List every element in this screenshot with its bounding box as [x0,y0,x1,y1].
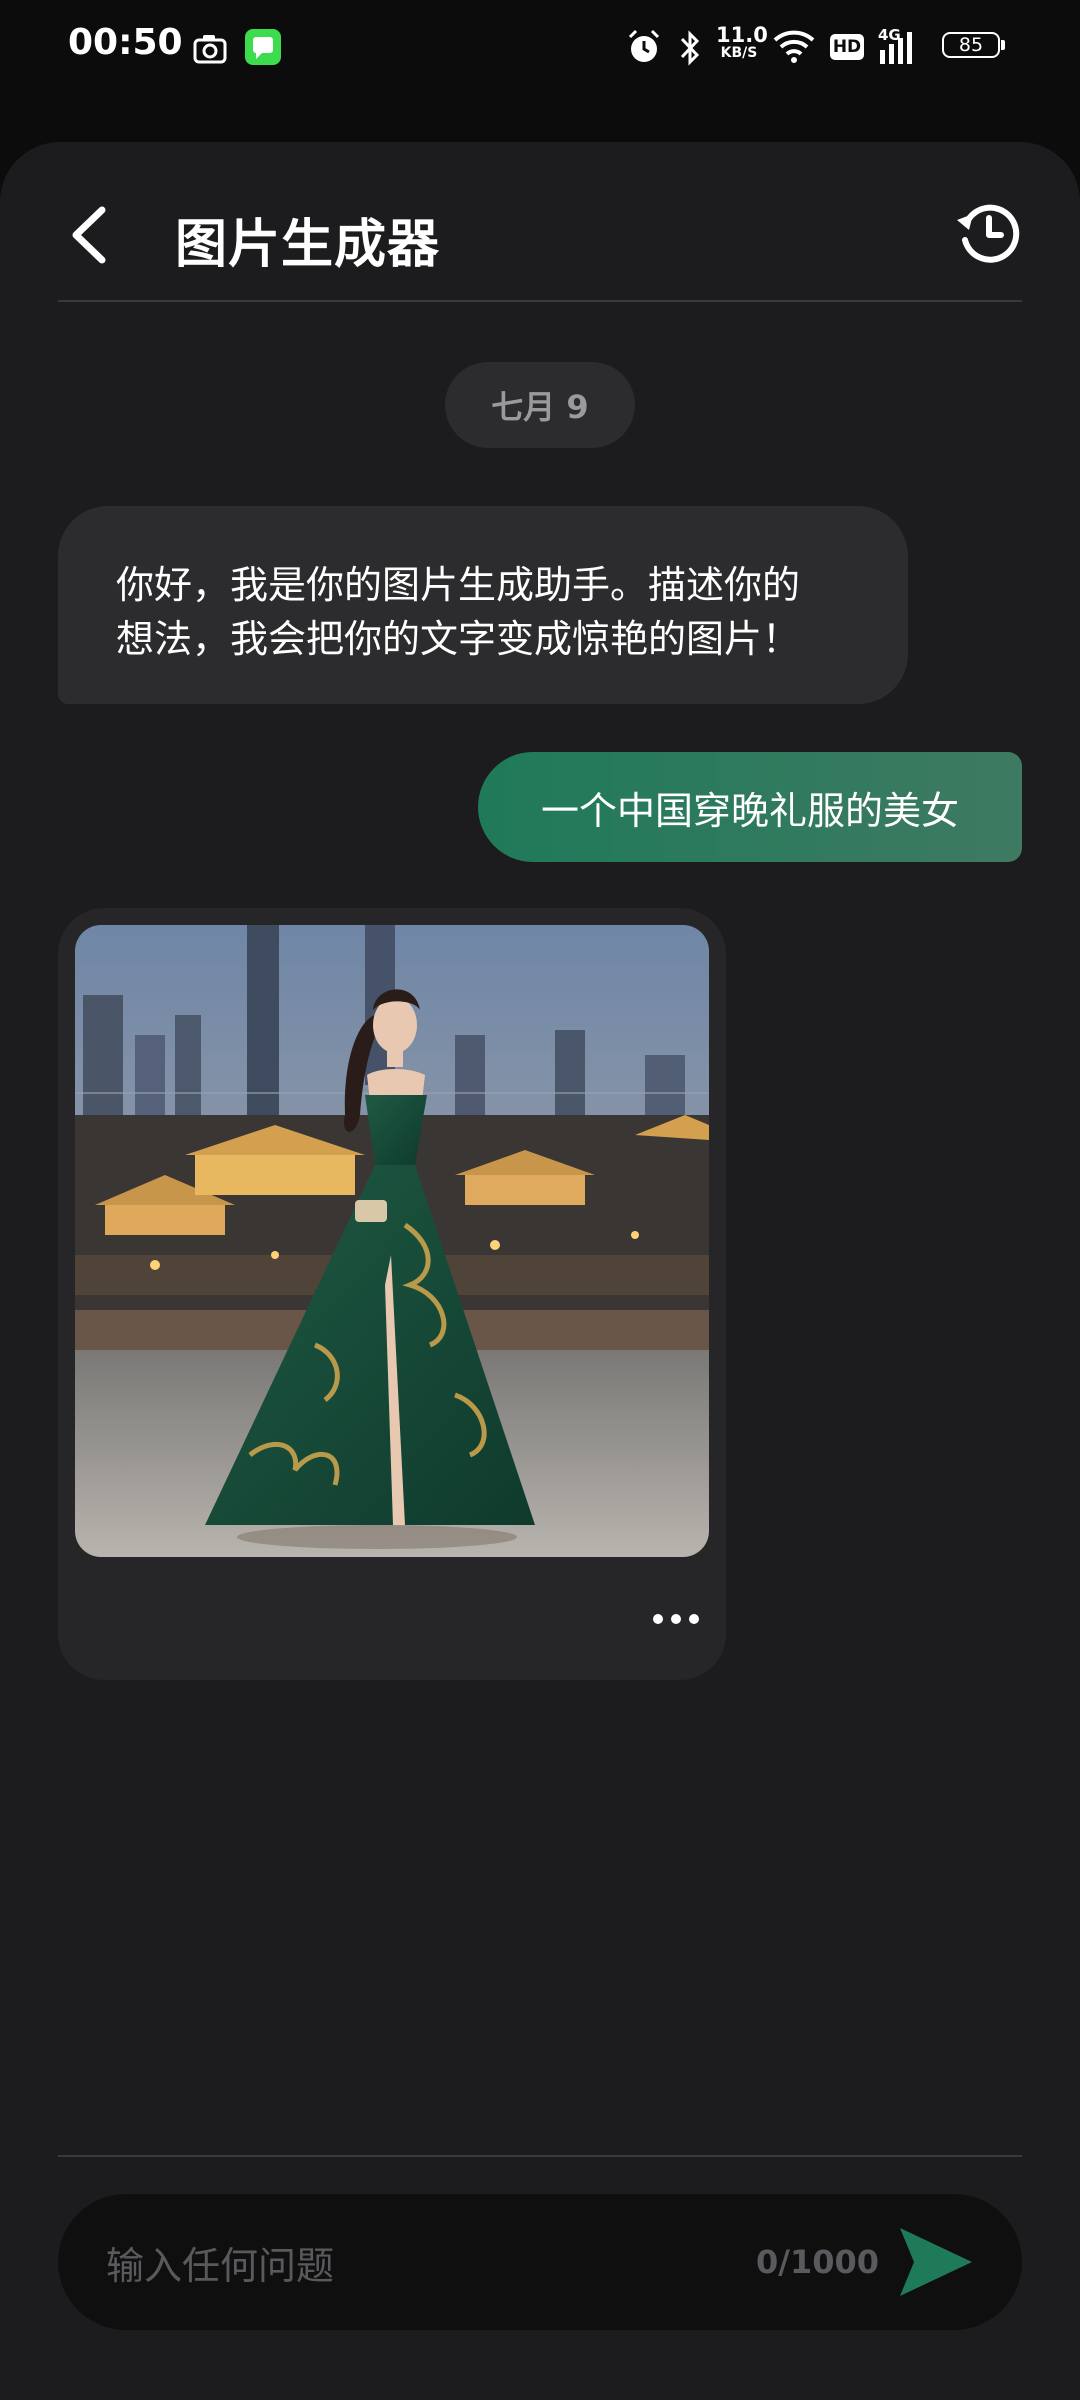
prompt-input-placeholder[interactable]: 输入任何问题 [106,2194,334,2330]
status-bar: 00:50 11.0 KB/S HD 4G 85 [0,0,1080,100]
back-button[interactable] [60,200,120,270]
alarm-icon [628,29,660,62]
send-button[interactable] [896,2224,976,2300]
generated-image[interactable] [75,925,709,1557]
char-counter: 0/1000 [756,2243,880,2281]
send-icon [900,2228,972,2296]
bot-message-line: 你好，我是你的图片生成助手。描述你的 [116,563,801,607]
page-title: 图片生成器 [175,215,441,275]
prompt-input-box[interactable]: 输入任何问题 0/1000 [58,2194,1022,2330]
header-divider [58,300,1022,302]
history-button[interactable] [955,200,1023,268]
message-app-icon [245,29,281,65]
battery-indicator: 85 [942,32,1006,62]
date-chip: 七月 9 [445,362,635,448]
bot-message-bubble: 你好，我是你的图片生成助手。描述你的 想法，我会把你的文字变成惊艳的图片！ [58,506,908,704]
hd-badge: HD [830,34,864,60]
camera-icon [193,35,227,64]
history-icon [957,204,1020,263]
bot-message-line: 想法，我会把你的文字变成惊艳的图片！ [116,617,801,661]
user-message-text: 一个中国穿晚礼服的美女 [540,788,959,833]
user-message-bubble: 一个中国穿晚礼服的美女 [478,752,1022,862]
signal-strength: 4G [876,26,920,66]
wifi-icon [773,30,815,63]
bluetooth-icon [680,30,700,66]
date-label: 七月 9 [491,388,589,426]
more-options-button[interactable] [648,1608,704,1630]
input-divider [58,2155,1022,2157]
generated-image-card [58,908,726,1680]
back-arrow-icon [72,206,106,264]
network-speed: 11.0 KB/S [716,23,768,62]
status-time: 00:50 [68,22,183,63]
more-dots-icon [653,1614,699,1624]
